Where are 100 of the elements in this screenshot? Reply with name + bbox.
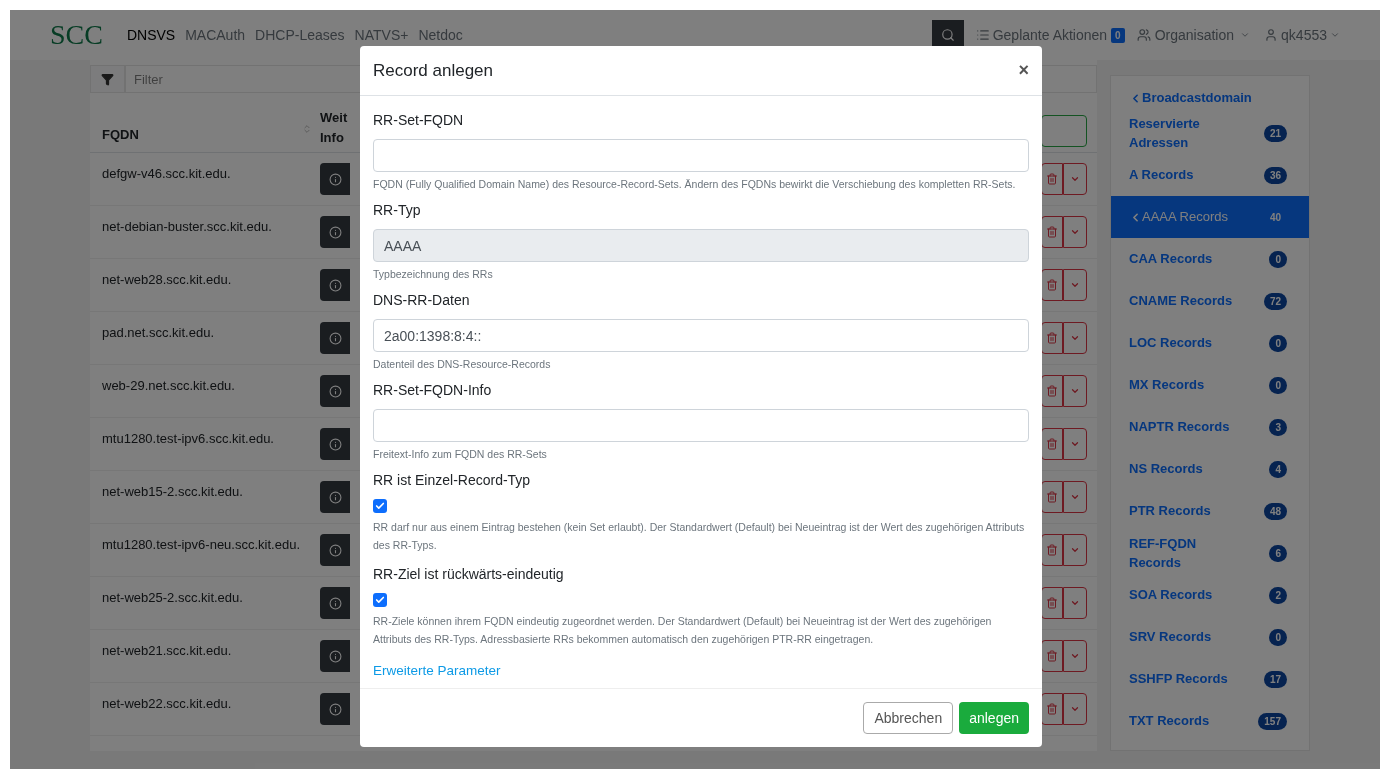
caret-icon — [1070, 439, 1080, 449]
info-icon — [328, 172, 342, 186]
table-cell-text: pad.net.scc.kit.edu. — [101, 324, 215, 342]
count-badge: 36 — [1263, 166, 1287, 184]
count-badge: 0 — [1269, 628, 1287, 646]
info-button[interactable] — [320, 375, 350, 407]
info-button[interactable] — [320, 534, 350, 566]
table-cell-text: mtu1280.test-ipv6-neu.scc.kit.edu. — [101, 536, 301, 554]
caret-icon — [1070, 704, 1080, 714]
nav-link[interactable]: DNSVS — [126, 24, 176, 46]
info-icon — [328, 543, 342, 557]
count-badge: 21 — [1263, 124, 1287, 142]
count-badge: 0 — [1269, 376, 1287, 394]
column-filter-input[interactable] — [1041, 115, 1087, 147]
count-badge: 6 — [1269, 544, 1287, 562]
sidebar-item[interactable]: CNAME Records 72 — [1111, 280, 1309, 322]
sidebar-item[interactable]: AAAA Records 40 — [1111, 196, 1309, 238]
field-label: RR-Set-FQDN — [373, 111, 465, 130]
count-badge: 4 — [1269, 460, 1287, 478]
caret-icon — [1070, 492, 1080, 502]
input-field[interactable]: 2a00:1398:8:4:: — [373, 319, 1029, 352]
caret-icon — [1070, 386, 1080, 396]
caret-icon — [1070, 174, 1080, 184]
nav-link[interactable]: qk4553 — [1281, 24, 1327, 46]
info-icon — [328, 331, 342, 345]
field-label: RR ist Einzel-Record-Typ — [373, 471, 532, 490]
table-cell-text: net-web21.scc.kit.edu. — [101, 642, 233, 660]
nav-link[interactable]: Netdoc — [418, 24, 463, 46]
count-badge: 72 — [1263, 292, 1287, 310]
sidebar-item[interactable]: LOC Records 0 — [1111, 322, 1309, 364]
help-text: FQDN (Fully Qualified Domain Name) des Resource-Record-Sets. Ändern des FQDNs bewirkt die Verschiebung des kompletten RR-Sets. — [373, 177, 1017, 191]
trash-icon — [1046, 332, 1058, 344]
info-icon — [328, 225, 342, 239]
count-badge: 3 — [1269, 418, 1287, 436]
sidebar-item[interactable]: REF-FQDN Records 6 — [1111, 532, 1309, 574]
info-icon — [328, 702, 342, 716]
nav-link[interactable]: Organisation — [1154, 24, 1235, 46]
caret-icon — [1070, 545, 1080, 555]
input-field[interactable] — [373, 139, 1029, 172]
info-button[interactable] — [320, 428, 350, 460]
count-badge: 17 — [1263, 670, 1287, 688]
info-icon — [328, 278, 342, 292]
field-label: RR-Ziel ist rückwärts-eindeutig — [373, 565, 565, 584]
checkbox[interactable] — [373, 499, 387, 513]
help-text: RR-Ziele können ihrem FQDN eindeutig zugeordnet werden. Der Standardwert (Default) bei Neueintrag ist der Wert des zugehörigen Attributs des RR-Typs. Adressbasierte RRs bekommen automatisch den zugehörigen PTR-RR eingetragen. — [373, 614, 993, 647]
info-button[interactable] — [320, 693, 350, 725]
sidebar-item[interactable]: TXT Records 157 — [1111, 700, 1309, 742]
nav-link[interactable]: MACAuth — [185, 24, 246, 46]
back-link[interactable]: Broadcastdomain — [1111, 84, 1309, 112]
sidebar-item[interactable]: NAPTR Records 3 — [1111, 406, 1309, 448]
sidebar-item[interactable]: Reservierte Adressen 21 — [1111, 112, 1309, 154]
caret-icon — [1070, 333, 1080, 343]
info-icon — [328, 596, 342, 610]
info-button[interactable] — [320, 163, 350, 195]
info-icon — [328, 649, 342, 663]
create-button[interactable]: anlegen — [959, 702, 1029, 734]
nav-link[interactable]: Geplante Aktionen — [992, 24, 1108, 46]
user-icon — [1264, 28, 1279, 42]
info-button[interactable] — [320, 640, 350, 672]
field-label: RR-Set-FQDN-Info — [373, 381, 493, 400]
info-button[interactable] — [320, 322, 350, 354]
table-cell-text: web-29.net.scc.kit.edu. — [101, 377, 236, 395]
info-button[interactable] — [320, 587, 350, 619]
count-badge: 48 — [1263, 502, 1287, 520]
check-icon — [375, 501, 385, 511]
caret-icon — [1070, 598, 1080, 608]
sidebar-item[interactable]: PTR Records 48 — [1111, 490, 1309, 532]
trash-icon — [1046, 491, 1058, 503]
trash-icon — [1046, 279, 1058, 291]
trash-icon — [1046, 597, 1058, 609]
caret-icon — [1070, 227, 1080, 237]
info-button[interactable] — [320, 269, 350, 301]
sidebar-item[interactable]: MX Records 0 — [1111, 364, 1309, 406]
info-button[interactable] — [320, 216, 350, 248]
nav-link[interactable]: DHCP-Leases — [255, 24, 345, 46]
sidebar-item[interactable]: A Records 36 — [1111, 154, 1309, 196]
sidebar-item[interactable]: NS Records 4 — [1111, 448, 1309, 490]
sidebar-item[interactable]: SOA Records 2 — [1111, 574, 1309, 616]
trash-icon — [1046, 226, 1058, 238]
advanced-parameters-link[interactable]: Erweiterte Parameter — [373, 663, 501, 678]
table-cell-text: net-web22.scc.kit.edu. — [101, 695, 233, 713]
nav-link[interactable]: NATVS+ — [354, 24, 409, 46]
count-label: 40 — [1268, 210, 1282, 225]
input-field[interactable] — [373, 409, 1029, 442]
info-button[interactable] — [320, 481, 350, 513]
table-cell-text: net-debian-buster.scc.kit.edu. — [101, 218, 273, 236]
checkbox[interactable] — [373, 593, 387, 607]
help-text: Datenteil des DNS-Resource-Records — [373, 357, 552, 371]
sidebar-item[interactable]: SSHFP Records 17 — [1111, 658, 1309, 700]
cancel-button[interactable]: Abbrechen — [863, 702, 954, 734]
table-cell-text: net-web25-2.scc.kit.edu. — [101, 589, 244, 607]
table-cell-text: defgw-v46.scc.kit.edu. — [101, 165, 232, 183]
sidebar-item[interactable]: SRV Records 0 — [1111, 616, 1309, 658]
caret-icon — [1070, 651, 1080, 661]
column-header[interactable]: FQDN — [90, 124, 302, 152]
logo[interactable]: SCC — [50, 14, 103, 56]
trash-icon — [1046, 544, 1058, 556]
close-button[interactable]: × — [1018, 57, 1029, 84]
caret-icon — [1070, 280, 1080, 290]
sidebar-item[interactable]: CAA Records 0 — [1111, 238, 1309, 280]
